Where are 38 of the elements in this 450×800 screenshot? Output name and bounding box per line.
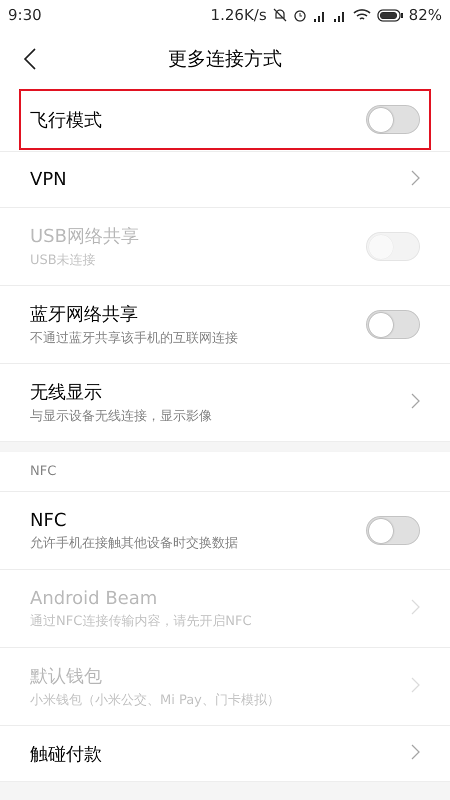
settings-row[interactable]: VPN <box>0 152 450 208</box>
chevron-icon <box>411 676 420 692</box>
chevron-icon <box>411 170 420 186</box>
battery-icon <box>376 8 403 22</box>
chevron-icon <box>411 392 420 408</box>
battery-percent: 82% <box>408 6 442 24</box>
row-subtitle: 与显示设备无线连接，显示影像 <box>30 408 213 425</box>
settings-row[interactable]: 飞行模式 <box>0 88 450 152</box>
network-speed: 1.26K/s <box>210 6 267 24</box>
row-subtitle: USB未连接 <box>30 252 97 269</box>
toggle-switch[interactable] <box>366 105 420 134</box>
wifi-icon <box>352 8 371 22</box>
muted-bell-icon <box>272 8 287 22</box>
row-title: VPN <box>30 169 68 190</box>
status-time: 9:30 <box>8 6 42 24</box>
row-title: 默认钱包 <box>30 665 103 688</box>
row-title: NFC <box>30 510 68 530</box>
row-subtitle: 不通过蓝牙共享该手机的互联网连接 <box>30 330 239 347</box>
page-title: 更多连接方式 <box>168 47 282 72</box>
toggle-switch[interactable] <box>366 310 420 339</box>
settings-row[interactable]: NFC 允许手机在接触其他设备时交换数据 <box>0 492 450 570</box>
settings-row[interactable]: 蓝牙网络共享 不通过蓝牙共享该手机的互联网连接 <box>0 286 450 364</box>
chevron-icon <box>411 744 420 760</box>
row-subtitle: 通过NFC连接传输内容，请先开启NFC <box>30 612 253 630</box>
row-title: 无线显示 <box>30 381 103 404</box>
row-title: 飞行模式 <box>30 108 103 132</box>
chevron-icon <box>411 598 420 614</box>
row-subtitle: 允许手机在接触其他设备时交换数据 <box>30 534 239 552</box>
row-title: 触碰付款 <box>30 742 103 766</box>
row-title: Android Beam <box>30 588 158 608</box>
section-heading: NFC <box>30 464 56 479</box>
row-subtitle: 小米钱包（小米公交、Mi Pay、门卡模拟） <box>30 692 281 709</box>
alarm-icon <box>292 8 307 22</box>
toggle-switch[interactable] <box>366 516 420 545</box>
settings-row[interactable]: 无线显示 与显示设备无线连接，显示影像 <box>0 364 450 442</box>
row-title: USB网络共享 <box>30 225 140 248</box>
settings-row[interactable]: 触碰付款 <box>0 726 450 782</box>
row-title: 蓝牙网络共享 <box>30 303 139 326</box>
